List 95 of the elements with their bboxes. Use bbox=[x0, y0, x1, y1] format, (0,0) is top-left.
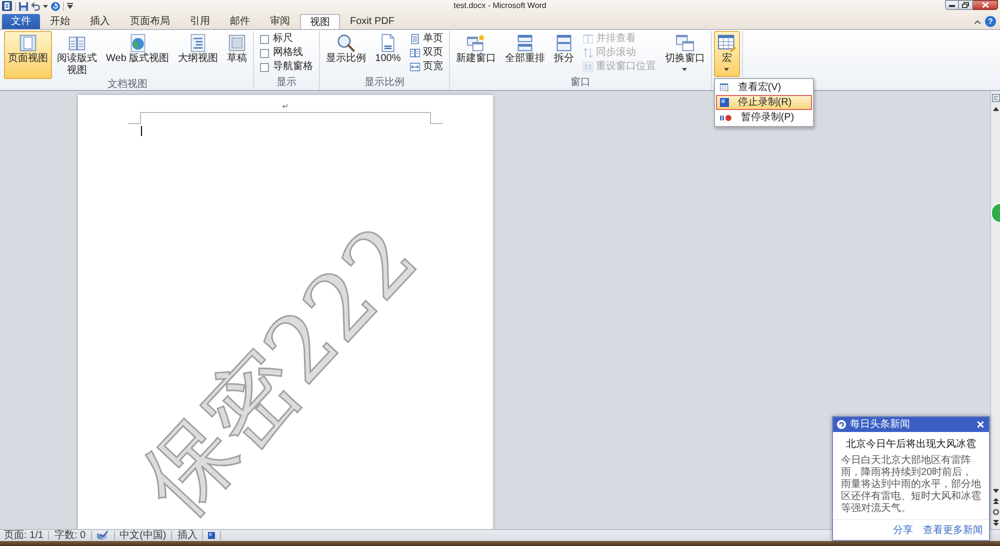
ribbon-button[interactable]: 草稿 bbox=[223, 31, 252, 79]
ribbon-small-button[interactable]: 页宽 bbox=[408, 60, 445, 74]
checkbox[interactable] bbox=[260, 34, 270, 44]
list-page-icon bbox=[189, 34, 208, 52]
group-label: 显示 bbox=[276, 77, 297, 90]
ribbon-tab[interactable]: 开始 bbox=[40, 14, 80, 29]
menu-item[interactable]: 查看宏(V) bbox=[716, 80, 812, 95]
popup-title: 每日头条新闻 bbox=[850, 418, 910, 430]
scroll-arrows-icon bbox=[582, 48, 593, 58]
ribbon-button[interactable]: 宏 bbox=[714, 31, 740, 77]
language-status: 中文(中国) bbox=[120, 530, 166, 542]
ribbon-tab[interactable]: 引用 bbox=[180, 14, 220, 29]
ribbon-small-button[interactable]: 单页 bbox=[408, 32, 445, 46]
restore-icon bbox=[962, 2, 969, 8]
caret-icon[interactable] bbox=[43, 4, 48, 8]
group-label: 文档视图 bbox=[108, 79, 148, 91]
ribbon-button[interactable]: 全部重排 bbox=[500, 31, 549, 77]
ribbon-button[interactable]: 阅读版式 视图 bbox=[53, 31, 101, 79]
checkbox-option[interactable]: 标尺 bbox=[258, 32, 316, 46]
save-icon[interactable] bbox=[19, 2, 28, 10]
help-button[interactable]: ? bbox=[985, 16, 996, 27]
stop-square-icon bbox=[720, 98, 729, 107]
close-icon bbox=[982, 2, 988, 8]
blank-page-icon bbox=[228, 34, 246, 52]
stop-square-icon[interactable] bbox=[208, 532, 216, 539]
checkbox-option[interactable]: 网格线 bbox=[258, 46, 316, 60]
ribbon-small-button[interactable]: 双页 bbox=[408, 46, 445, 60]
ribbon-tab[interactable]: 页面布局 bbox=[120, 14, 180, 29]
paragraph-mark: ↵ bbox=[282, 102, 289, 112]
dropdown-caret-icon[interactable] bbox=[67, 3, 73, 9]
book-icon bbox=[68, 34, 86, 52]
ribbon-tab[interactable]: 插入 bbox=[80, 14, 120, 29]
group-label: 显示比例 bbox=[364, 77, 404, 90]
checkbox[interactable] bbox=[260, 62, 270, 72]
checkbox[interactable] bbox=[260, 48, 270, 58]
down-arrow-icon[interactable] bbox=[992, 489, 998, 493]
ruler-toggle-icon[interactable] bbox=[992, 94, 1000, 102]
ribbon-tab[interactable]: 邮件 bbox=[220, 14, 260, 29]
word-count: 字数: 0 bbox=[54, 530, 86, 542]
news-body: 今日白天北京大部地区有雷阵雨，降雨将持续到20时前后，雨量将达到中雨的水平，部分地区还伴有雷电、短时大风和冰雹等强对流天气。 bbox=[840, 455, 982, 515]
up-arrow-icon[interactable] bbox=[992, 107, 998, 111]
wide-page-icon bbox=[410, 62, 420, 72]
double-up-arrow-icon[interactable] bbox=[992, 498, 998, 504]
magnifier-icon bbox=[337, 34, 356, 52]
window-reset-icon bbox=[582, 62, 593, 72]
restore-button[interactable] bbox=[959, 0, 973, 10]
ribbon-button[interactable]: 页面视图 bbox=[4, 31, 52, 79]
share-link[interactable]: 分享 bbox=[893, 525, 913, 537]
watermark-text: 保密222 bbox=[127, 212, 433, 529]
minimize-button[interactable] bbox=[945, 0, 959, 10]
document-icon bbox=[378, 34, 397, 52]
menu-item[interactable]: 暂停录制(P) bbox=[716, 110, 812, 125]
globe-icon bbox=[128, 34, 147, 52]
news-headline: 北京今日午后将出现大风冰雹 bbox=[846, 438, 976, 451]
ribbon-tab[interactable]: 审阅 bbox=[260, 14, 300, 29]
stacked-windows-icon bbox=[516, 34, 534, 52]
more-news-link[interactable]: 查看更多新闻 bbox=[923, 525, 983, 537]
redo-icon[interactable] bbox=[51, 2, 60, 10]
pause-record-icon bbox=[720, 114, 732, 120]
ribbon-button[interactable]: Web 版式视图 bbox=[102, 31, 174, 79]
ribbon-tab[interactable]: 视图 bbox=[300, 14, 340, 29]
grid-window-icon bbox=[720, 83, 729, 92]
double-down-arrow-icon[interactable] bbox=[992, 520, 998, 526]
page-count: 页面: 1/1 bbox=[4, 530, 44, 542]
insert-mode: 插入 bbox=[177, 530, 198, 542]
ribbon-button[interactable]: 切换窗口 bbox=[660, 31, 709, 77]
app-icon[interactable] bbox=[2, 1, 12, 11]
group-label: 窗口 bbox=[570, 77, 590, 90]
ribbon-button[interactable]: 显示比例 bbox=[322, 31, 370, 77]
windows-icon bbox=[676, 34, 694, 52]
file-tab[interactable]: 文件 bbox=[2, 14, 40, 29]
minimize-icon bbox=[949, 5, 955, 7]
side-by-side-icon bbox=[582, 34, 593, 44]
checkbox-option[interactable]: 导航窗格 bbox=[258, 60, 316, 74]
swirl-logo-icon bbox=[837, 420, 846, 429]
ribbon-button[interactable]: 拆分 bbox=[550, 31, 578, 77]
split-window-icon bbox=[554, 34, 573, 52]
window-title: test.docx - Microsoft Word bbox=[454, 0, 546, 12]
undo-icon[interactable] bbox=[31, 2, 40, 10]
single-page-icon bbox=[410, 34, 420, 44]
close-button[interactable] bbox=[973, 0, 998, 10]
ribbon-button[interactable]: 新建窗口 bbox=[452, 31, 500, 77]
circle-icon[interactable] bbox=[992, 509, 998, 515]
text-cursor bbox=[141, 126, 142, 136]
book-check-icon[interactable] bbox=[96, 531, 109, 540]
menu-item[interactable]: 停止录制(R) bbox=[716, 95, 812, 110]
ribbon-button[interactable]: 100% bbox=[371, 31, 405, 77]
two-pages-icon bbox=[410, 48, 420, 58]
page-icon bbox=[19, 34, 37, 52]
caret-up-icon[interactable] bbox=[974, 20, 981, 24]
grid-window-icon bbox=[718, 34, 736, 52]
ribbon-button[interactable]: 大纲视图 bbox=[174, 31, 222, 79]
close-icon bbox=[977, 421, 984, 428]
ribbon-tab[interactable]: Foxit PDF bbox=[340, 14, 404, 29]
windows-star-icon bbox=[466, 34, 485, 52]
